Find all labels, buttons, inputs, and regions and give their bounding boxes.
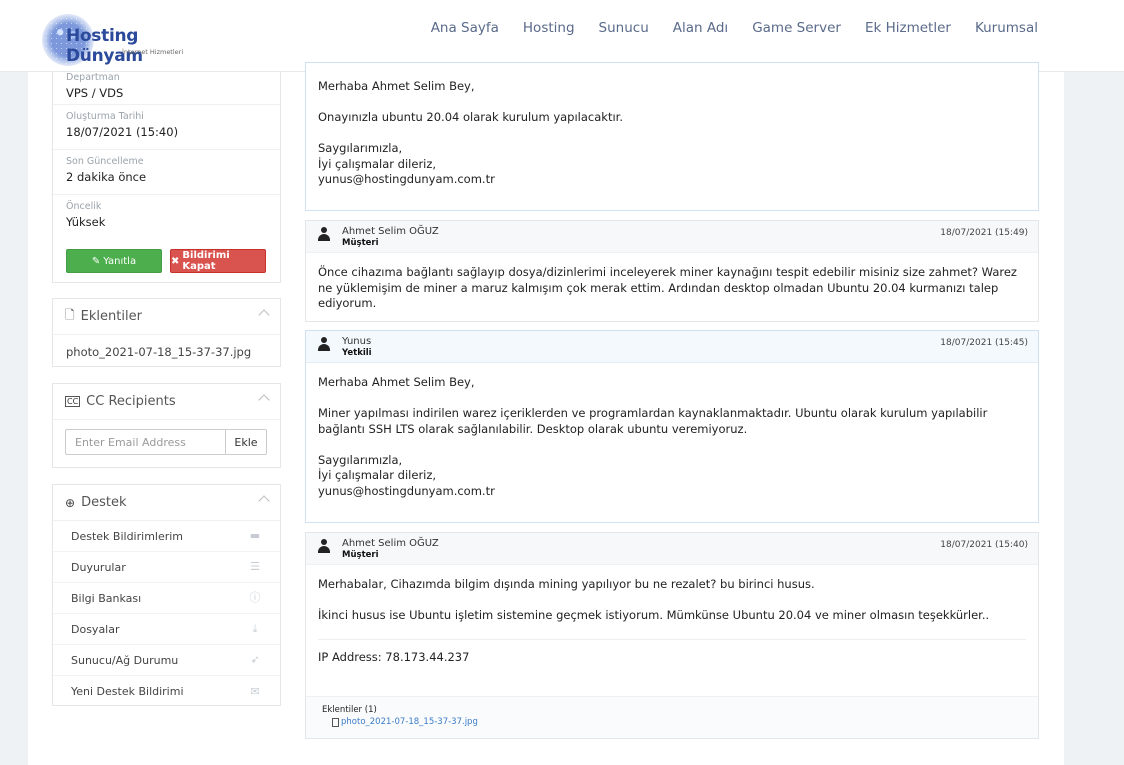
sidebar-item-network-status[interactable]: Sunucu/Ağ Durumu ➶ [53,645,280,676]
message-attachment-link[interactable]: photo_2021-07-18_15-37-37.jpg [332,717,1022,727]
ticket-icon: ▬ [249,529,261,542]
reply-button[interactable]: ✎ Yanıtla [66,249,162,273]
message-body: Merhaba Ahmet Selim Bey, Onayınızla ubun… [318,79,623,186]
sidebar-item-knowledgebase[interactable]: Bilgi Bankası ⓘ [53,583,280,614]
nav-sunucu[interactable]: Sunucu [599,20,649,36]
download-icon: ⤓ [252,622,258,635]
close-ticket-button[interactable]: ✖ Bildirimi Kapat [170,249,266,273]
message-body: Merhabalar, Cihazımda bilgim dışında min… [306,565,1038,674]
ip-address: IP Address: 78.173.44.237 [318,650,470,664]
site-logo[interactable]: Hosting Dünyam İnternet Hizmetleri [42,14,212,66]
ticket-message: Yunus Yetkili 18/07/2021 (15:45) Merhaba… [305,330,1039,523]
info-row-created: Oluşturma Tarihi 18/07/2021 (15:40) [53,105,280,150]
sidebar-item-announcements[interactable]: Duyurular ☰ [53,552,280,583]
ticket-message: Ahmet Selim OĞUZ Müşteri 18/07/2021 (15:… [305,532,1039,739]
nav-kurumsal[interactable]: Kurumsal [975,20,1038,36]
ticket-message: Ahmet Selim OĞUZ Müşteri 18/07/2021 (15:… [305,220,1039,322]
message-header: Ahmet Selim OĞUZ Müşteri 18/07/2021 (15:… [306,221,1038,253]
nav-alan-adi[interactable]: Alan Adı [673,20,728,36]
divider [318,639,1026,640]
info-row-department: Departman VPS / VDS [53,72,280,105]
list-icon: ☰ [250,560,260,573]
message-date: 18/07/2021 (15:40) [940,540,1028,550]
attachment-link[interactable]: photo_2021-07-18_15-37-37.jpg [53,335,280,369]
chevron-up-icon[interactable] [258,394,270,406]
user-icon [318,227,330,241]
message-header: Yunus Yetkili 18/07/2021 (15:45) [306,331,1038,363]
message-author: Ahmet Selim OĞUZ [342,226,439,237]
cc-email-input[interactable] [65,429,226,455]
message-role: Müşteri [342,550,379,560]
message-header: Ahmet Selim OĞUZ Müşteri 18/07/2021 (15:… [306,533,1038,565]
message-body: Merhaba Ahmet Selim Bey, Miner yapılması… [318,375,988,498]
message-date: 18/07/2021 (15:45) [940,338,1028,348]
logo-text: Hosting Dünyam [66,26,143,66]
close-icon: ✖ [171,255,180,267]
attachments-card: 🗋 Eklentiler photo_2021-07-18_15-37-37.j… [52,298,281,367]
info-row-updated: Son Güncelleme 2 dakika önce [53,150,280,195]
nav-ek-hizmetler[interactable]: Ek Hizmetler [865,20,951,36]
globe-icon: ⊕ [65,495,76,510]
logo-subtitle: İnternet Hizmetleri [122,48,184,56]
ticket-info-card: Departman VPS / VDS Oluşturma Tarihi 18/… [52,72,281,283]
pencil-icon: ✎ [91,255,101,267]
support-header[interactable]: ⊕ Destek [53,485,280,521]
sidebar-item-tickets[interactable]: Destek Bildirimlerim ▬ [53,521,280,552]
cc-recipients-card: CC CC Recipients Ekle [52,383,281,468]
message-author: Yunus [342,336,372,347]
ticket-message: Merhaba Ahmet Selim Bey, Onayınızla ubun… [305,62,1039,211]
rocket-icon: ➶ [250,653,260,666]
attachments-header[interactable]: 🗋 Eklentiler [53,299,280,335]
nav-ana-sayfa[interactable]: Ana Sayfa [431,20,499,36]
user-icon [318,539,330,553]
file-icon [332,717,339,727]
message-role: Yetkili [342,348,372,358]
message-date: 18/07/2021 (15:49) [940,228,1028,238]
message-role: Müşteri [342,238,379,248]
file-icon: 🗋 [65,308,75,322]
add-cc-button[interactable]: Ekle [226,429,267,455]
support-card: ⊕ Destek Destek Bildirimlerim ▬ Duyurula… [52,484,281,706]
sidebar-item-downloads[interactable]: Dosyalar ⤓ [53,614,280,645]
nav-game-server[interactable]: Game Server [752,20,841,36]
user-icon [318,337,330,351]
message-body: Önce cihazıma bağlantı sağlayıp dosya/di… [318,265,1017,310]
cc-icon: CC [65,396,81,407]
main-nav: Ana Sayfa Hosting Sunucu Alan Adı Game S… [431,20,1038,36]
info-row-priority: Öncelik Yüksek [66,201,106,229]
sidebar-item-new-ticket[interactable]: Yeni Destek Bildirimi ✉ [53,676,280,707]
message-author: Ahmet Selim OĞUZ [342,538,439,549]
nav-hosting[interactable]: Hosting [523,20,575,36]
chevron-up-icon[interactable] [258,309,270,321]
comments-icon: ✉ [250,684,260,698]
message-attachments: Eklentiler (1) photo_2021-07-18_15-37-37… [306,696,1038,738]
chevron-up-icon[interactable] [258,495,270,507]
info-icon: ⓘ [249,591,261,604]
cc-header[interactable]: CC CC Recipients [53,384,280,420]
